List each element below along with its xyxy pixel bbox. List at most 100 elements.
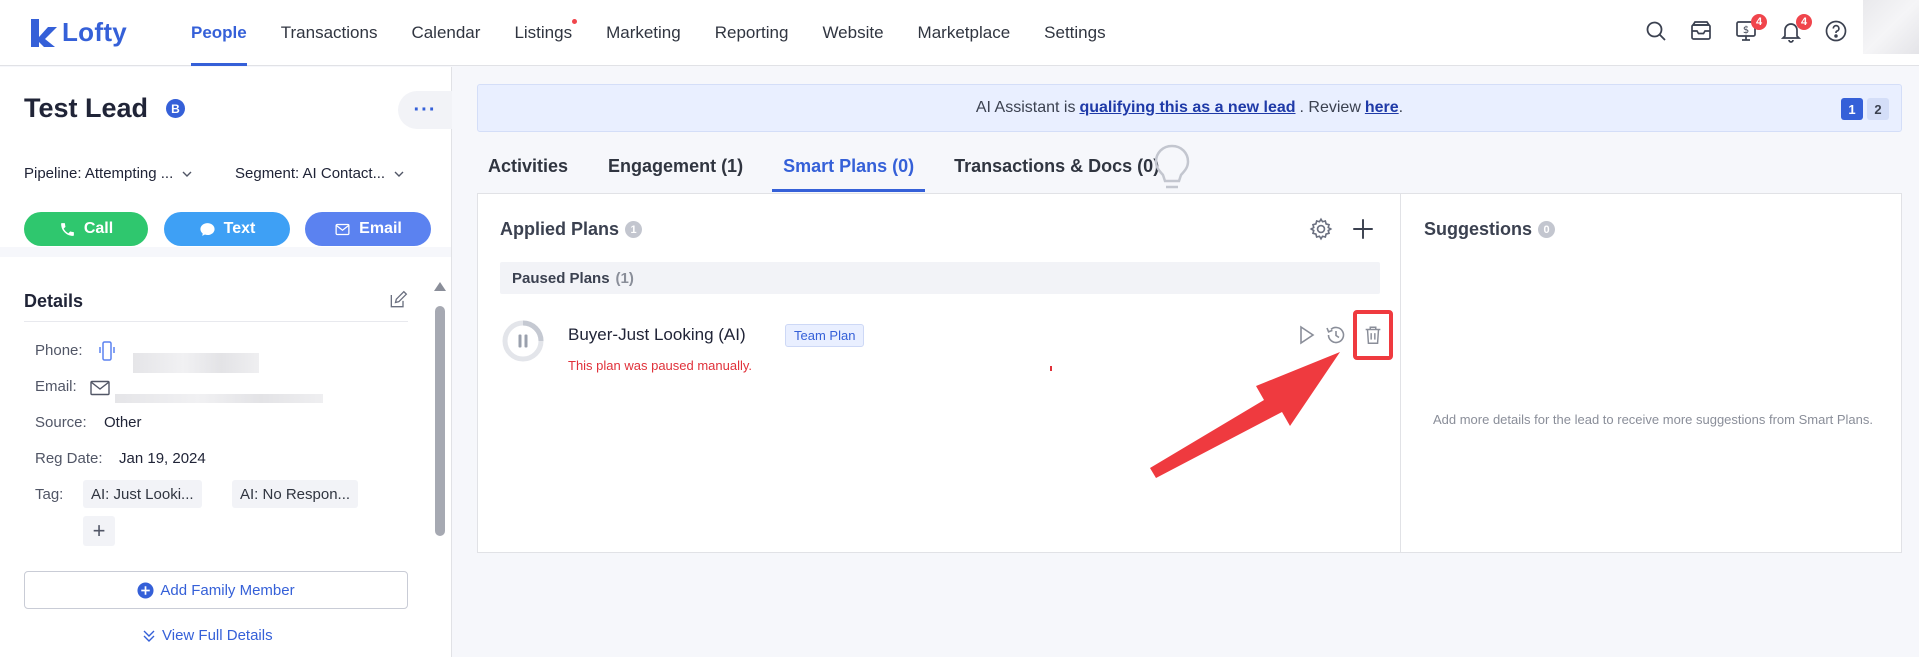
user-avatar[interactable] xyxy=(1863,0,1919,54)
paused-plan-progress-icon xyxy=(502,320,544,362)
banner-middle: . Review xyxy=(1299,99,1361,116)
tab-engagement[interactable]: Engagement (1) xyxy=(597,140,754,192)
tab-activities[interactable]: Activities xyxy=(477,140,579,192)
nav-marketing[interactable]: Marketing xyxy=(589,0,698,66)
page-1-button[interactable]: 1 xyxy=(1841,98,1863,120)
top-icon-group: $ 4 4 xyxy=(1643,14,1849,46)
nav-label: Reporting xyxy=(714,22,789,42)
email-button[interactable]: Email xyxy=(305,212,431,246)
add-family-member-button[interactable]: Add Family Member xyxy=(24,571,408,609)
nav-label: Transactions xyxy=(280,22,378,42)
ellipsis-icon: ··· xyxy=(413,99,437,121)
tag-chip[interactable]: AI: No Respon... xyxy=(232,480,359,508)
nav-listings[interactable]: Listings xyxy=(497,0,589,66)
view-full-details-link[interactable]: View Full Details xyxy=(142,627,273,644)
view-full-label: View Full Details xyxy=(162,627,273,644)
chat-bubble-icon xyxy=(200,222,215,236)
call-label: Call xyxy=(83,220,114,237)
source-value: Other xyxy=(104,414,142,431)
add-tag-button[interactable]: + xyxy=(83,516,115,546)
paused-plans-count: (1) xyxy=(615,269,634,287)
mail-icon xyxy=(335,223,350,235)
add-plan-icon[interactable] xyxy=(1350,216,1376,242)
lead-grade-badge: B xyxy=(166,99,185,118)
suggestions-count-badge: 0 xyxy=(1538,221,1556,238)
nav-website[interactable]: Website xyxy=(805,0,900,66)
more-options-button[interactable]: ··· xyxy=(398,91,452,129)
text-label: Text xyxy=(223,220,256,237)
tab-smart-plans[interactable]: Smart Plans (0) xyxy=(772,140,926,192)
delete-plan-button[interactable] xyxy=(1353,310,1393,360)
notification-badge: 4 xyxy=(1796,14,1812,30)
applied-count-badge: 1 xyxy=(625,221,643,238)
redacted-phone-value xyxy=(133,353,259,373)
envelope-icon[interactable] xyxy=(90,380,110,396)
page-2-button[interactable]: 2 xyxy=(1867,98,1889,120)
nav-people[interactable]: People xyxy=(174,0,264,66)
segment-label: Segment: AI Contact... xyxy=(235,165,386,182)
reg-date-label: Reg Date: xyxy=(35,450,103,467)
smart-plans-card: Applied Plans 1 Paused Plans (1) Buyer-J… xyxy=(477,193,1902,553)
tag-chip[interactable]: AI: Just Looki... xyxy=(83,480,202,508)
top-navigation-bar: Lofty People Transactions Calendar Listi… xyxy=(0,0,1919,66)
main-nav: People Transactions Calendar Listings Ma… xyxy=(174,0,1123,66)
banner-prefix: AI Assistant is xyxy=(975,99,1076,116)
lead-profile-panel: Test Lead B ··· Pipeline: Attempting ...… xyxy=(0,67,452,657)
qualifying-lead-link[interactable]: qualifying this as a new lead xyxy=(1079,99,1295,117)
lightbulb-icon xyxy=(1154,144,1190,189)
nav-transactions[interactable]: Transactions xyxy=(264,0,395,66)
review-here-link[interactable]: here xyxy=(1365,99,1399,117)
tag-label: Tag: xyxy=(35,486,64,503)
scrollbar-thumb[interactable] xyxy=(435,306,445,536)
call-button[interactable]: Call xyxy=(24,212,148,246)
plan-name[interactable]: Buyer-Just Looking (AI) xyxy=(568,325,746,345)
history-icon[interactable] xyxy=(1324,323,1348,347)
tab-label: Activities xyxy=(488,155,569,176)
phone-label: Phone: xyxy=(35,342,83,359)
applied-plans-title: Applied Plans xyxy=(500,219,620,239)
source-label: Source: xyxy=(35,414,87,431)
phone-icon xyxy=(60,222,74,236)
nav-label: Listings xyxy=(514,22,573,42)
nav-label: Calendar xyxy=(411,22,481,42)
lead-name: Test Lead xyxy=(24,93,149,123)
applied-plans-heading: Applied Plans 1 xyxy=(500,219,643,240)
lofty-logo[interactable]: Lofty xyxy=(28,17,174,49)
ai-assistant-banner: AI Assistant is qualifying this as a new… xyxy=(477,84,1902,132)
bell-icon[interactable]: 4 xyxy=(1778,14,1812,46)
inbox-icon[interactable] xyxy=(1688,16,1714,46)
status-marker xyxy=(1050,366,1052,371)
details-heading: Details xyxy=(24,291,84,311)
tab-transactions-docs[interactable]: Transactions & Docs (0) xyxy=(943,140,1170,192)
redacted-email-value xyxy=(115,394,323,403)
scroll-up-arrow[interactable] xyxy=(434,282,446,291)
nav-marketplace[interactable]: Marketplace xyxy=(901,0,1028,66)
tab-label: Engagement (1) xyxy=(608,155,744,176)
dollar-monitor-icon[interactable]: $ 4 xyxy=(1733,14,1767,46)
nav-settings[interactable]: Settings xyxy=(1027,0,1122,66)
divider xyxy=(24,321,408,322)
lead-tabs: Activities Engagement (1) Smart Plans (0… xyxy=(477,140,1188,192)
nav-label: Marketplace xyxy=(917,22,1011,42)
resume-play-icon[interactable] xyxy=(1294,323,1318,347)
nav-calendar[interactable]: Calendar xyxy=(394,0,497,66)
help-icon[interactable] xyxy=(1823,16,1849,46)
pipeline-label: Pipeline: Attempting ... xyxy=(24,165,174,182)
suggestions-empty-message: Add more details for the lead to receive… xyxy=(1432,412,1874,427)
pipeline-dropdown[interactable]: Pipeline: Attempting ... xyxy=(24,165,193,182)
email-label: Email: xyxy=(35,378,77,395)
svg-text:$: $ xyxy=(1743,25,1749,36)
search-icon[interactable] xyxy=(1643,16,1669,46)
gear-icon[interactable] xyxy=(1308,216,1334,242)
segment-dropdown[interactable]: Segment: AI Contact... xyxy=(235,165,405,182)
suggestions-heading: Suggestions 0 xyxy=(1424,219,1556,240)
banner-suffix: . xyxy=(1398,99,1404,116)
nav-label: People xyxy=(191,22,247,42)
tab-label: Transactions & Docs (0) xyxy=(954,155,1160,176)
mobile-phone-icon[interactable] xyxy=(98,341,116,361)
nav-label: Settings xyxy=(1044,22,1106,42)
text-button[interactable]: Text xyxy=(164,212,290,246)
nav-reporting[interactable]: Reporting xyxy=(698,0,806,66)
edit-icon[interactable] xyxy=(388,290,408,310)
banner-pager: 1 2 xyxy=(1841,98,1889,120)
